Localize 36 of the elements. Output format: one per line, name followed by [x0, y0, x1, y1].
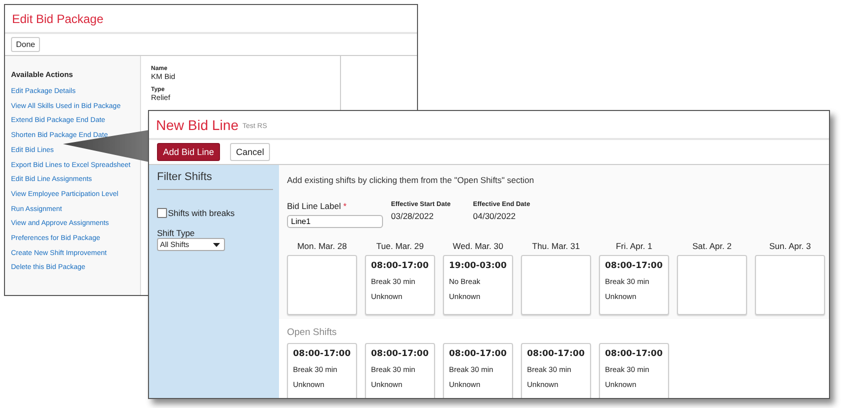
day-heading: Mon. Mar. 28: [297, 241, 347, 251]
empty-day-slot[interactable]: [287, 255, 357, 315]
day-heading: Thu. Mar. 31: [532, 241, 580, 251]
field-value: 03/28/2022: [391, 211, 435, 221]
window-title: New Bid Line: [156, 116, 238, 132]
field-label: Shift Type: [157, 228, 196, 238]
done-button[interactable]: Done: [11, 37, 40, 52]
sidebar-heading: Filter Shifts: [157, 171, 273, 190]
shift-time: 08:00-17:00: [293, 349, 351, 359]
checkbox-label: Shifts with breaks: [168, 208, 235, 218]
shift-time: 08:00-17:00: [605, 349, 663, 359]
shift-time: 08:00-17:00: [449, 349, 507, 359]
shift-time: 08:00-17:00: [527, 349, 585, 359]
caret-icon: [213, 242, 220, 246]
day-heading: Fri. Apr. 1: [616, 241, 652, 251]
shift-time: 08:00-17:00: [605, 261, 663, 271]
day-heading: Sat. Apr. 2: [692, 241, 732, 251]
empty-day-slot[interactable]: [521, 255, 591, 315]
day-heading: Sun. Apr. 3: [769, 241, 811, 251]
day-heading: Tue. Mar. 29: [376, 241, 424, 251]
required-mark: *: [343, 201, 347, 211]
bid-line-label-input[interactable]: Line1: [287, 215, 383, 228]
instruction-text: Add existing shifts by clicking them from the "Open Shifts" section: [287, 175, 535, 185]
empty-day-slot[interactable]: [677, 255, 747, 315]
empty-day-slot[interactable]: [755, 255, 825, 315]
shift-time: 19:00-03:00: [449, 261, 507, 271]
field-label: Bid Line Label: [287, 201, 341, 211]
shift-time: 08:00-17:00: [371, 349, 429, 359]
checkbox[interactable]: [157, 208, 167, 218]
section-heading: Open Shifts: [287, 327, 338, 338]
add-bid-line-button[interactable]: Add Bid Line: [157, 143, 220, 161]
shift-time: 08:00-17:00: [371, 261, 429, 271]
day-heading: Wed. Mar. 30: [452, 241, 504, 251]
window-title: Edit Bid Package: [12, 12, 104, 26]
field-value: 04/30/2022: [473, 211, 517, 221]
cancel-button[interactable]: Cancel: [230, 143, 270, 161]
